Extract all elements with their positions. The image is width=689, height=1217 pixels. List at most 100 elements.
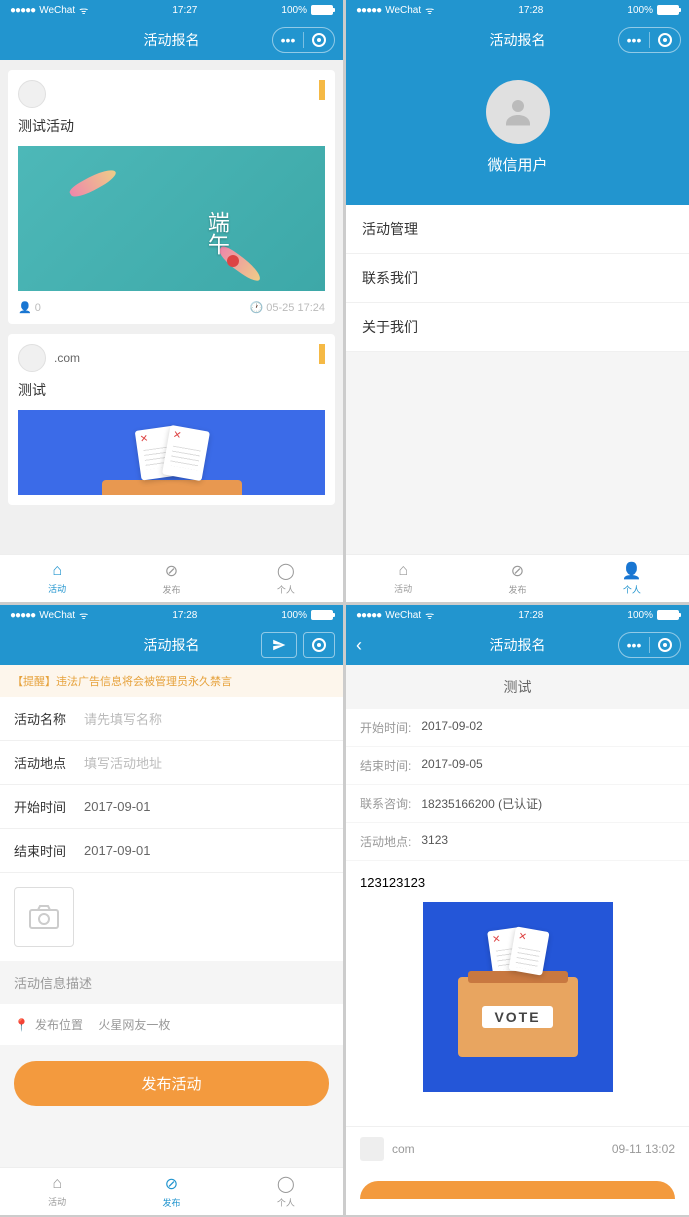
battery-icon <box>657 610 679 620</box>
avatar[interactable] <box>486 80 550 144</box>
menu-contact[interactable]: 联系我们 <box>346 254 689 303</box>
signal-dots: ●●●●● <box>10 5 35 16</box>
banner-image: 端午 <box>18 146 325 291</box>
field-address[interactable]: 活动地点填写活动地址 <box>0 741 343 785</box>
screen-activity-list: ●●●●● WeChatᯤ 17:27 100% 活动报名 ••• 测试活动 端… <box>0 0 343 602</box>
people-count: 👤 0 <box>18 301 41 314</box>
more-icon[interactable]: ••• <box>619 633 649 657</box>
tab-me[interactable]: ◯个人 <box>229 555 343 602</box>
wifi-icon: ᯤ <box>79 3 88 17</box>
status-bar: ●●●●● WeChatᯤ 17:27 100% <box>0 0 343 20</box>
field-end[interactable]: 结束时间2017-09-01 <box>0 829 343 873</box>
status-bar: ●●●●● WeChatᯤ 17:28 100% <box>346 605 689 625</box>
warning-banner: 【提醒】违法广告信息将会被管理员永久禁言 <box>0 665 343 697</box>
nav-title: 活动报名 <box>490 30 546 50</box>
tab-publish[interactable]: ⊘发布 <box>460 555 574 602</box>
add-image-button[interactable] <box>14 887 74 947</box>
clock: 17:27 <box>172 5 197 16</box>
compass-icon: ⊘ <box>165 561 178 581</box>
nav-bar: ‹ 活动报名 ••• <box>346 625 689 665</box>
form: 【提醒】违法广告信息将会被管理员永久禁言 活动名称请先填写名称 活动地点填写活动… <box>0 665 343 1167</box>
nav-title: 活动报名 <box>144 30 200 50</box>
menu-activity-manage[interactable]: 活动管理 <box>346 205 689 254</box>
banner-text: 端午 <box>201 211 233 255</box>
capsule: ••• <box>618 27 681 53</box>
menu-list: 活动管理 联系我们 关于我们 <box>346 205 689 352</box>
status-bar: ●●●●● WeChatᯤ 17:28 100% <box>346 0 689 20</box>
bookmark-icon <box>319 344 325 364</box>
tab-publish[interactable]: ⊘发布 <box>114 1168 228 1215</box>
activity-card[interactable]: 测试活动 端午 👤 0 🕐 05-25 17:24 <box>8 70 335 324</box>
author-name: com <box>392 1142 415 1156</box>
compass-icon: ⊘ <box>511 561 524 581</box>
profile-header: 微信用户 <box>346 60 689 205</box>
start-date[interactable]: 2017-09-01 <box>84 799 151 814</box>
compass-icon: ⊘ <box>165 1174 178 1194</box>
banner-image <box>18 410 325 495</box>
content-image: VOTE <box>423 902 613 1092</box>
menu-about[interactable]: 关于我们 <box>346 303 689 352</box>
detail-address: 活动地点:3123 <box>346 823 689 861</box>
action-button[interactable] <box>360 1181 675 1199</box>
more-icon[interactable]: ••• <box>273 28 303 52</box>
username: 微信用户 <box>487 154 547 175</box>
screen-detail: ●●●●● WeChatᯤ 17:28 100% ‹ 活动报名 ••• 测试 开… <box>346 605 689 1215</box>
close-icon[interactable] <box>304 28 334 52</box>
tab-bar: ⌂活动 ⊘发布 👤个人 <box>346 554 689 602</box>
detail-start: 开始时间:2017-09-02 <box>346 709 689 747</box>
publish-time: 09-11 13:02 <box>612 1142 675 1156</box>
tab-activity[interactable]: ⌂活动 <box>346 555 460 602</box>
tab-me[interactable]: ◯个人 <box>229 1168 343 1215</box>
card-title: 测试活动 <box>18 116 325 136</box>
close-icon[interactable] <box>650 633 680 657</box>
end-date[interactable]: 2017-09-01 <box>84 843 151 858</box>
detail-title: 测试 <box>346 665 689 709</box>
field-name[interactable]: 活动名称请先填写名称 <box>0 697 343 741</box>
nav-bar: 活动报名 <box>0 625 343 665</box>
carrier: WeChat <box>39 5 75 16</box>
battery-icon <box>311 5 333 15</box>
name-input[interactable]: 请先填写名称 <box>84 709 162 728</box>
vote-label: VOTE <box>482 1006 552 1028</box>
location-value: 火星网友一枚 <box>98 1016 170 1033</box>
screen-profile: ●●●●● WeChatᯤ 17:28 100% 活动报名 ••• 微信用户 活… <box>346 0 689 602</box>
home-icon: ⌂ <box>52 562 62 580</box>
tab-activity[interactable]: ⌂活动 <box>0 1168 114 1215</box>
nav-title: 活动报名 <box>490 635 546 655</box>
address-input[interactable]: 填写活动地址 <box>84 753 162 772</box>
clock: 17:28 <box>172 610 197 621</box>
card-time: 🕐 05-25 17:24 <box>250 301 325 314</box>
detail-end: 结束时间:2017-09-05 <box>346 747 689 785</box>
battery-icon <box>311 610 333 620</box>
tab-bar: ⌂活动 ⊘发布 ◯个人 <box>0 1167 343 1215</box>
activity-card[interactable]: .com 测试 <box>8 334 335 505</box>
author-name: .com <box>54 351 80 365</box>
avatar <box>18 344 46 372</box>
send-button[interactable] <box>261 632 297 658</box>
wifi-icon: ᯤ <box>425 608 434 622</box>
author-row: com 09-11 13:02 <box>346 1126 689 1171</box>
field-start[interactable]: 开始时间2017-09-01 <box>0 785 343 829</box>
clock: 17:28 <box>518 610 543 621</box>
nav-bar: 活动报名 ••• <box>0 20 343 60</box>
capsule: ••• <box>272 27 335 53</box>
home-icon: ⌂ <box>398 562 408 580</box>
home-icon: ⌂ <box>52 1175 62 1193</box>
capsule: ••• <box>618 632 681 658</box>
status-bar: ●●●●● WeChatᯤ 17:28 100% <box>0 605 343 625</box>
more-icon[interactable]: ••• <box>619 28 649 52</box>
avatar <box>360 1137 384 1161</box>
close-icon[interactable] <box>304 633 334 657</box>
tab-publish[interactable]: ⊘发布 <box>114 555 228 602</box>
location-row[interactable]: 📍发布位置 火星网友一枚 <box>0 1004 343 1045</box>
detail-contact: 联系咨询:18235166200 (已认证) <box>346 785 689 823</box>
battery-icon <box>657 5 679 15</box>
tab-activity[interactable]: ⌂活动 <box>0 555 114 602</box>
back-button[interactable]: ‹ <box>356 635 362 656</box>
clock-icon: 🕐 <box>250 302 267 314</box>
close-icon[interactable] <box>650 28 680 52</box>
nav-title: 活动报名 <box>144 635 200 655</box>
tab-me[interactable]: 👤个人 <box>575 555 689 602</box>
description-label[interactable]: 活动信息描述 <box>0 961 343 1004</box>
submit-button[interactable]: 发布活动 <box>14 1061 329 1106</box>
